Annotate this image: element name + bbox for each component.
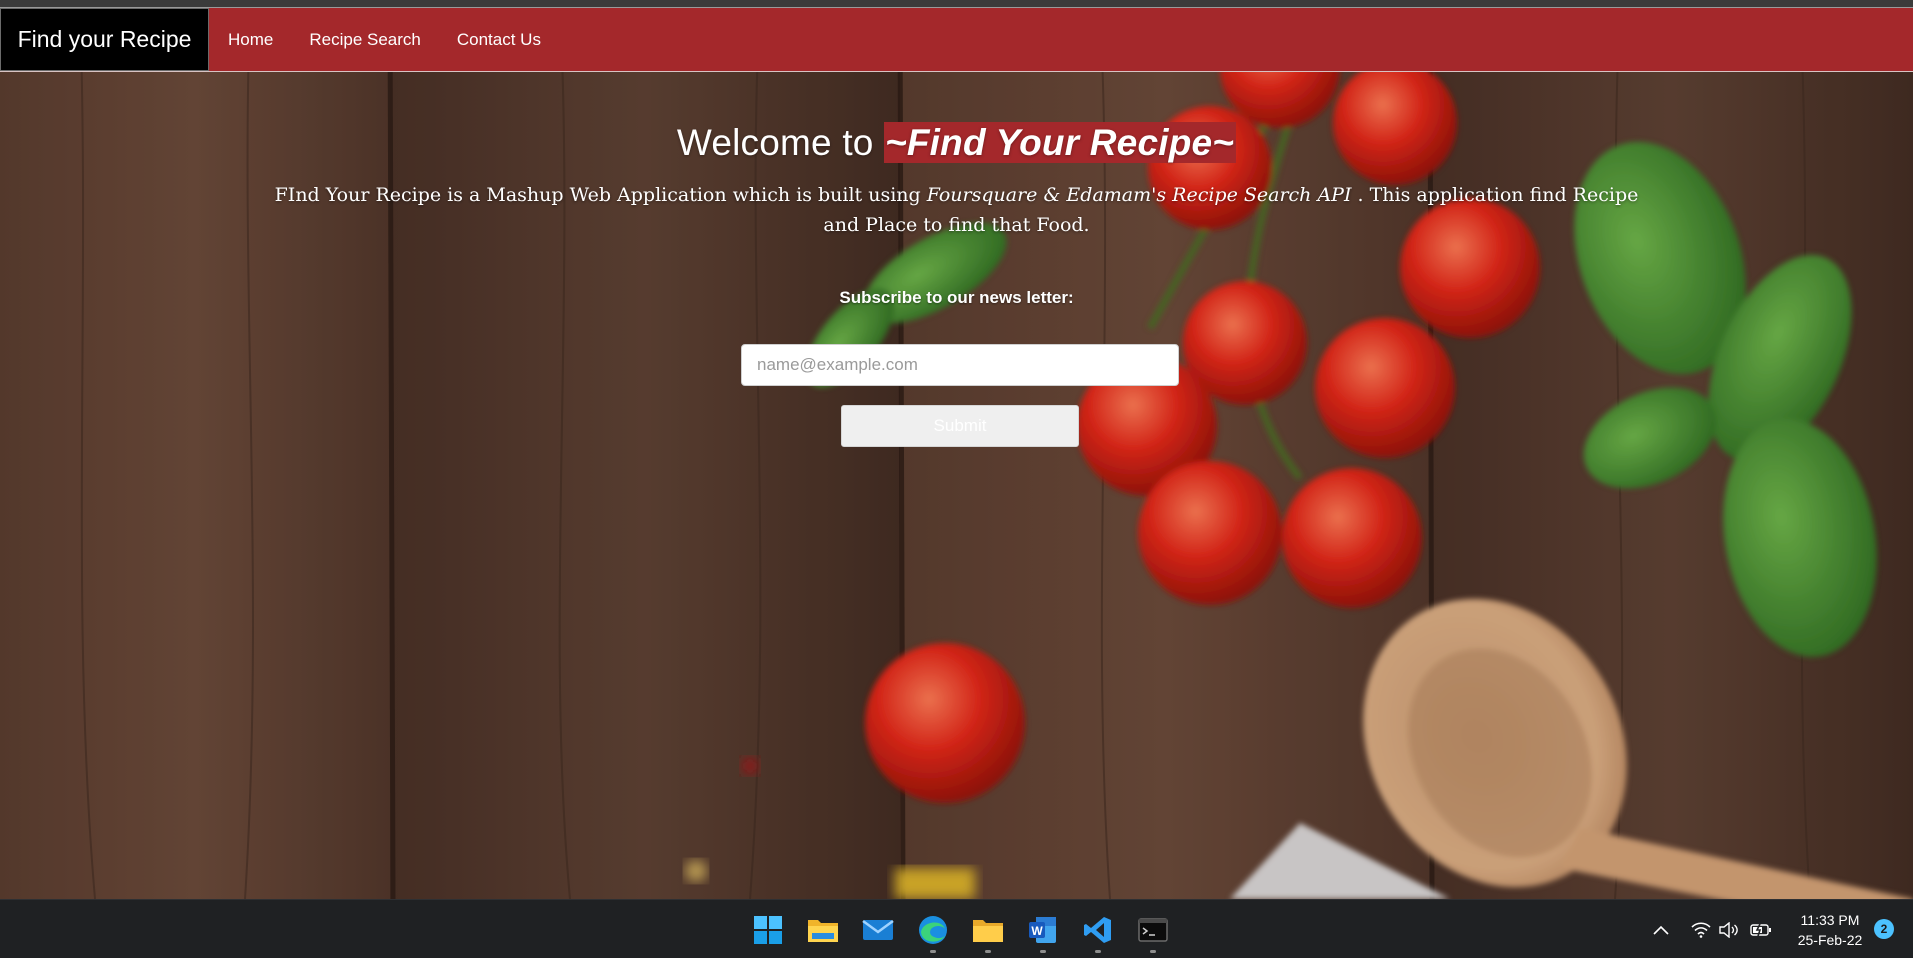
vscode-icon[interactable] bbox=[1081, 913, 1115, 953]
edge-running-indicator bbox=[930, 950, 936, 953]
hero-title-brand: ~Find Your Recipe~ bbox=[884, 122, 1237, 163]
clock-date: 25-Feb-22 bbox=[1797, 932, 1863, 948]
navbar-brand[interactable]: Find your Recipe bbox=[0, 8, 209, 71]
volume-icon[interactable] bbox=[1712, 913, 1746, 947]
nav-link-recipe-search[interactable]: Recipe Search bbox=[291, 30, 439, 50]
submit-button[interactable]: Submit bbox=[841, 405, 1079, 447]
battery-icon[interactable] bbox=[1744, 913, 1778, 947]
folder-running-indicator bbox=[985, 950, 991, 953]
hero-desc-api: Foursquare & Edamam's Recipe Search API bbox=[926, 184, 1352, 206]
edge-icon[interactable] bbox=[916, 913, 950, 953]
hero-description: FInd Your Recipe is a Mashup Web Applica… bbox=[257, 180, 1657, 240]
terminal-icon[interactable] bbox=[1136, 913, 1170, 953]
terminal-running-indicator bbox=[1150, 950, 1156, 953]
windows-taskbar: W 11:33 PM 25-Feb-22 bbox=[0, 899, 1913, 958]
vscode-running-indicator bbox=[1095, 950, 1101, 953]
notification-badge[interactable]: 2 bbox=[1874, 919, 1894, 939]
email-input[interactable] bbox=[741, 344, 1179, 386]
nav-link-contact-us[interactable]: Contact Us bbox=[439, 30, 559, 50]
hero-desc-part1: FInd Your Recipe is a Mashup Web Applica… bbox=[274, 184, 927, 206]
nav-links: Home Recipe Search Contact Us bbox=[209, 8, 559, 71]
mail-icon[interactable] bbox=[861, 913, 895, 947]
start-icon[interactable] bbox=[751, 913, 785, 947]
hero-title: Welcome to ~Find Your Recipe~ bbox=[0, 120, 1913, 166]
folder-icon[interactable] bbox=[971, 913, 1005, 953]
nav-link-home[interactable]: Home bbox=[209, 30, 291, 50]
svg-text:W: W bbox=[1031, 924, 1043, 938]
word-running-indicator bbox=[1040, 950, 1046, 953]
file-explorer-icon[interactable] bbox=[806, 913, 840, 947]
subscribe-label: Subscribe to our news letter: bbox=[839, 288, 1074, 307]
taskbar-clock[interactable]: 11:33 PM 25-Feb-22 bbox=[1785, 910, 1875, 950]
hero-section: Welcome to ~Find Your Recipe~ FInd Your … bbox=[0, 120, 1913, 240]
top-navbar: Find your Recipe Home Recipe Search Cont… bbox=[0, 8, 1913, 72]
clock-time: 11:33 PM bbox=[1800, 912, 1860, 928]
chevron-up-icon[interactable] bbox=[1644, 913, 1678, 947]
browser-top-edge bbox=[0, 0, 1913, 8]
hero-title-prefix: Welcome to bbox=[676, 122, 885, 163]
word-icon[interactable]: W bbox=[1026, 913, 1060, 953]
